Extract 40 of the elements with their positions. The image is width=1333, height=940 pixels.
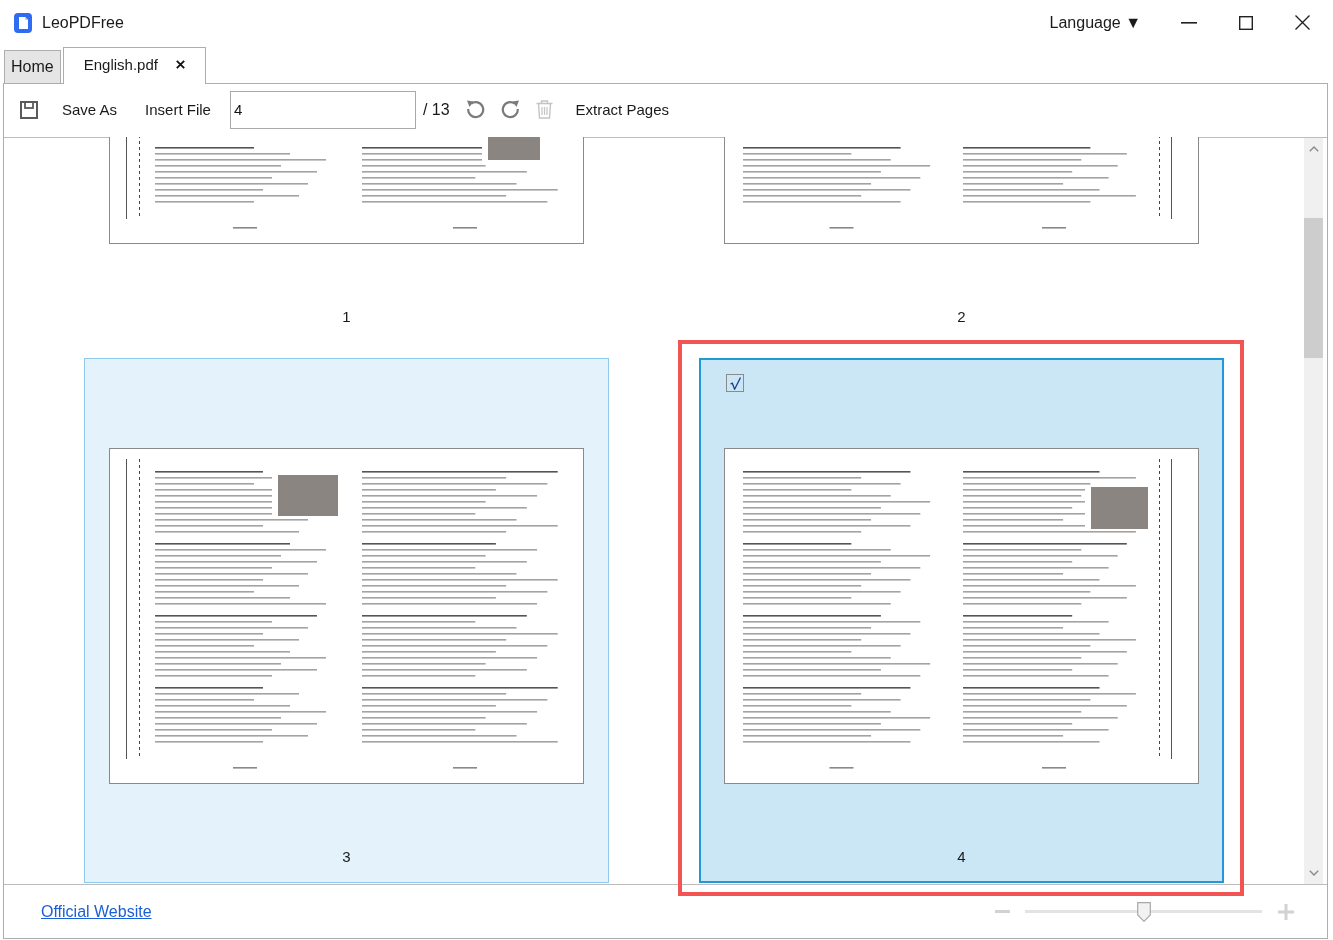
official-website-link[interactable]: Official Website: [41, 902, 152, 921]
rotate-left-button[interactable]: [465, 100, 485, 119]
rotate-left-icon: [465, 100, 485, 119]
page-number-field[interactable]: 4: [229, 90, 416, 129]
page-thumbnail-drawing[interactable]: [724, 448, 1199, 784]
close-tab-icon[interactable]: [175, 59, 185, 69]
save-button[interactable]: [20, 100, 38, 119]
page-number: 4: [957, 848, 966, 866]
rotate-right-button[interactable]: [500, 100, 520, 119]
scroll-down-icon[interactable]: [1308, 870, 1319, 876]
document-tab[interactable]: Home: [4, 50, 61, 83]
language-menu[interactable]: Language ▼: [1049, 13, 1141, 32]
page-card[interactable]: 4: [699, 358, 1224, 883]
save-as-button[interactable]: Save As: [62, 101, 118, 118]
rotate-right-icon: [500, 100, 520, 119]
page-total: / 13: [422, 100, 450, 119]
maximize-icon: [1238, 15, 1253, 30]
page-thumbnail-drawing[interactable]: [109, 448, 584, 784]
insert-file-button[interactable]: Insert File: [145, 101, 211, 118]
page-thumbnail-drawing[interactable]: [724, 137, 1199, 244]
page-number: 3: [342, 848, 351, 866]
document-tab[interactable]: English.pdf: [62, 47, 206, 84]
app-title: LeoPDFree: [42, 13, 124, 32]
page-checkbox[interactable]: [726, 374, 744, 392]
save-icon: [20, 100, 38, 119]
app-logo-icon: [14, 12, 32, 33]
page-thumbnail-drawing[interactable]: [109, 137, 584, 244]
page-card[interactable]: 3: [84, 358, 609, 883]
vertical-scrollbar[interactable]: [1304, 138, 1323, 884]
minimize-icon: [1180, 21, 1197, 24]
zoom-slider[interactable]: [1025, 901, 1262, 922]
trash-icon: [535, 100, 553, 119]
page-number: 2: [957, 308, 966, 326]
scroll-up-icon[interactable]: [1308, 146, 1319, 152]
close-icon: [1295, 15, 1310, 30]
slider-thumb[interactable]: [1136, 901, 1151, 922]
extract-pages-button[interactable]: Extract Pages: [575, 101, 669, 118]
page-number: 1: [342, 308, 351, 326]
scrollbar-thumb[interactable]: [1304, 218, 1323, 358]
check-icon: [729, 376, 741, 390]
